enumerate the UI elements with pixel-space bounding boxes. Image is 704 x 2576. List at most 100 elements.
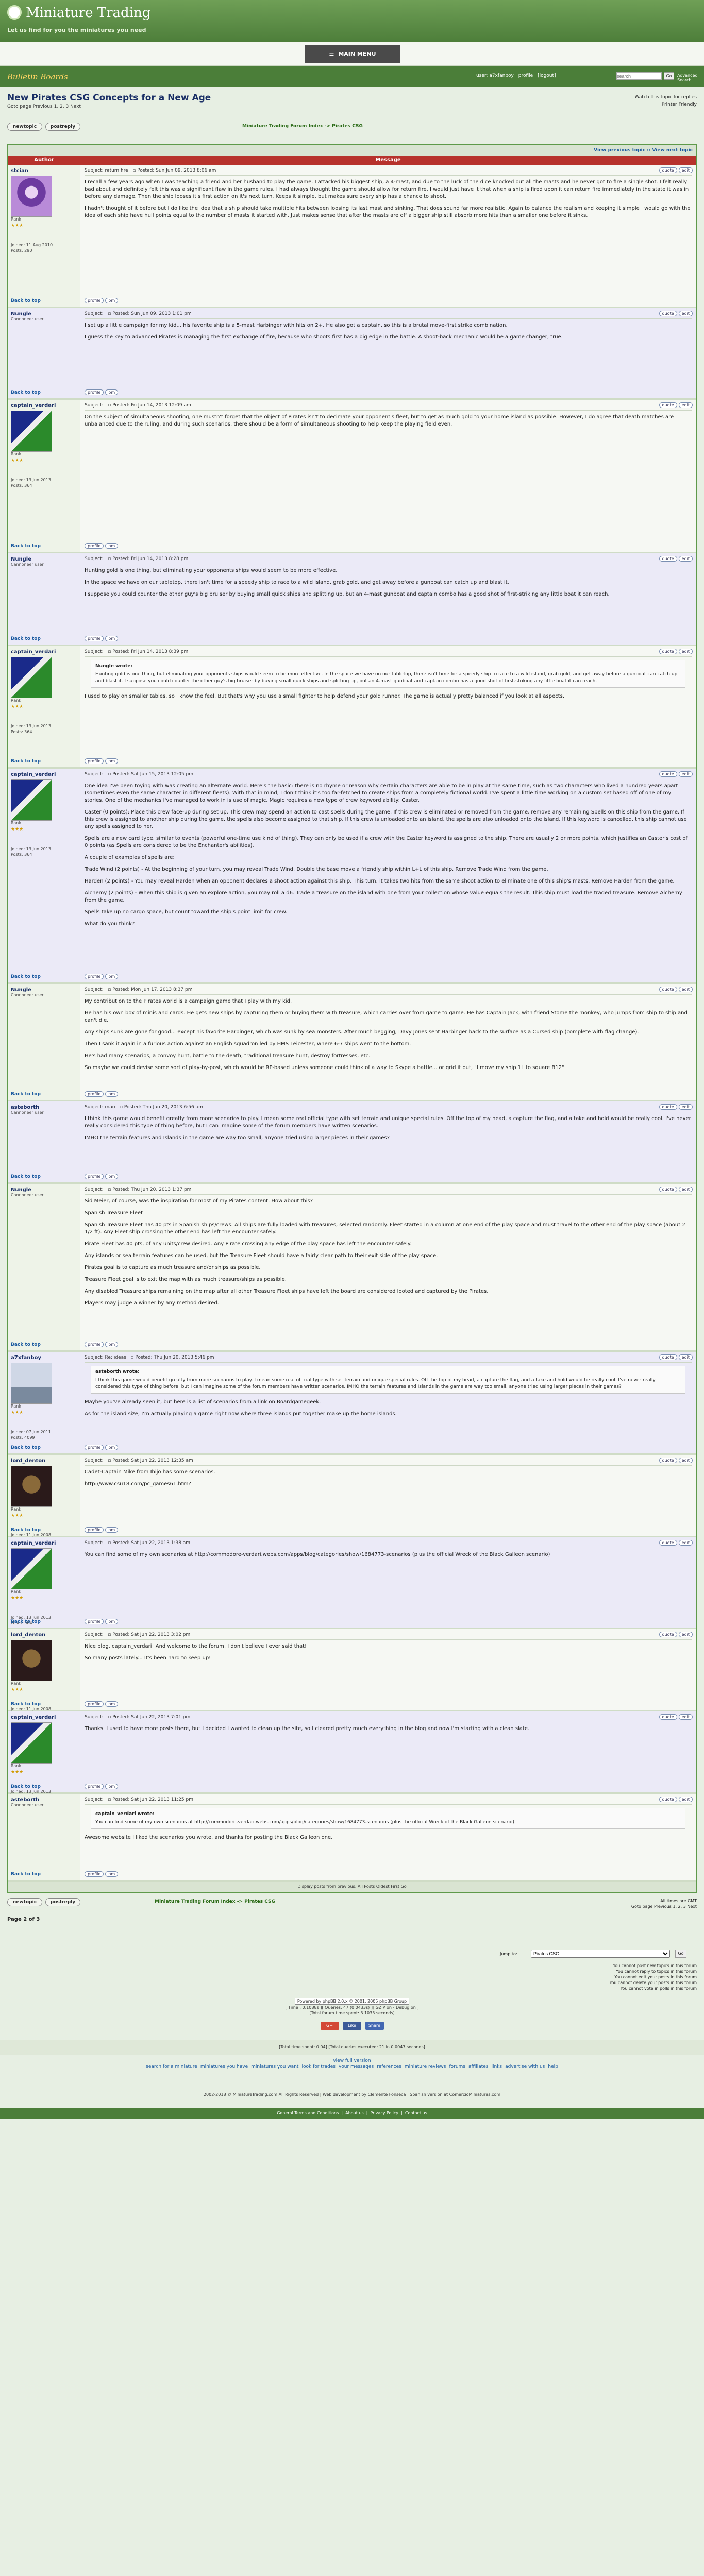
profile-button[interactable]: profile: [85, 543, 104, 549]
profile-button[interactable]: profile: [85, 1091, 104, 1097]
user-name[interactable]: user: a7xfanboy: [476, 73, 514, 78]
edit-button[interactable]: edit: [678, 1632, 693, 1637]
edit-button[interactable]: edit: [678, 1540, 693, 1546]
search-input[interactable]: [616, 72, 662, 80]
profile-button[interactable]: profile: [85, 1784, 104, 1789]
profile-button[interactable]: profile: [85, 1701, 104, 1707]
quote-button[interactable]: quote: [659, 1104, 677, 1110]
quote-button[interactable]: quote: [659, 556, 677, 562]
back-to-top-link[interactable]: Back to top: [11, 1528, 41, 1533]
post-reply-button-bottom[interactable]: postreply: [45, 1898, 80, 1906]
quote-button[interactable]: quote: [659, 1797, 677, 1802]
printer-friendly-link[interactable]: Printer Friendly: [635, 101, 697, 108]
goto-page-bottom[interactable]: Goto page Previous 1, 2, 3 Next: [631, 1904, 697, 1909]
back-to-top-link[interactable]: Back to top: [11, 1092, 41, 1097]
back-to-top-link[interactable]: Back to top: [11, 1619, 41, 1624]
footer-link[interactable]: miniatures you have: [200, 2064, 248, 2070]
terms-link[interactable]: General Terms and Conditions: [277, 2111, 339, 2115]
new-topic-button-bottom[interactable]: newtopic: [7, 1898, 42, 1906]
display-options[interactable]: Display posts from previous: All Posts O…: [8, 1882, 696, 1892]
edit-button[interactable]: edit: [678, 1714, 693, 1720]
post-author[interactable]: lord_denton: [11, 1458, 77, 1464]
pm-button[interactable]: pm: [105, 1174, 119, 1179]
post-author[interactable]: captain_verdari: [11, 1540, 77, 1546]
edit-button[interactable]: edit: [678, 649, 693, 654]
post-author[interactable]: Nungle: [11, 311, 77, 317]
footer-link[interactable]: forums: [449, 2064, 465, 2070]
profile-button[interactable]: profile: [85, 1619, 104, 1624]
quote-button[interactable]: quote: [659, 1540, 677, 1546]
back-to-top-link[interactable]: Back to top: [11, 974, 41, 979]
edit-button[interactable]: edit: [678, 1187, 693, 1192]
footer-link[interactable]: links: [491, 2064, 502, 2070]
back-to-top-link[interactable]: Back to top: [11, 1784, 41, 1789]
powered-by-box[interactable]: Powered by phpBB 2.0.x © 2001, 2005 phpB…: [294, 1998, 410, 2005]
profile-button[interactable]: profile: [85, 758, 104, 764]
footer-link[interactable]: look for trades: [301, 2064, 336, 2070]
post-author[interactable]: Nungle: [11, 1187, 77, 1193]
back-to-top-link[interactable]: Back to top: [11, 1702, 41, 1707]
pm-button[interactable]: pm: [105, 1701, 119, 1707]
pm-button[interactable]: pm: [105, 1445, 119, 1450]
site-title[interactable]: Miniature Trading: [26, 5, 150, 21]
profile-button[interactable]: profile: [85, 298, 104, 303]
quote-button[interactable]: quote: [659, 1458, 677, 1463]
pm-button[interactable]: pm: [105, 1342, 119, 1347]
post-author[interactable]: captain_verdari: [11, 772, 77, 777]
pm-button[interactable]: pm: [105, 974, 119, 979]
board-name[interactable]: Bulletin Boards: [7, 72, 68, 81]
post-author[interactable]: Nungle: [11, 987, 77, 993]
quote-button[interactable]: quote: [659, 987, 677, 992]
quote-button[interactable]: quote: [659, 1714, 677, 1720]
edit-button[interactable]: edit: [678, 167, 693, 173]
advanced-search-link[interactable]: Advanced Search: [677, 73, 704, 82]
profile-link[interactable]: profile: [518, 73, 533, 78]
about-link[interactable]: About us: [345, 2111, 363, 2115]
post-author[interactable]: stcian: [11, 168, 77, 174]
footer-link[interactable]: miniatures you want: [251, 2064, 298, 2070]
footer-link[interactable]: affiliates: [468, 2064, 489, 2070]
quote-button[interactable]: quote: [659, 1354, 677, 1360]
main-menu-button[interactable]: ☰ MAIN MENU: [305, 45, 400, 63]
profile-button[interactable]: profile: [85, 1445, 104, 1450]
edit-button[interactable]: edit: [678, 556, 693, 562]
post-author[interactable]: Nungle: [11, 556, 77, 562]
pm-button[interactable]: pm: [105, 543, 119, 549]
edit-button[interactable]: edit: [678, 1458, 693, 1463]
edit-button[interactable]: edit: [678, 1797, 693, 1802]
profile-button[interactable]: profile: [85, 1342, 104, 1347]
quote-button[interactable]: quote: [659, 311, 677, 316]
back-to-top-link[interactable]: Back to top: [11, 1342, 41, 1347]
post-author[interactable]: asteborth: [11, 1105, 77, 1110]
back-to-top-link[interactable]: Back to top: [11, 1445, 41, 1450]
back-to-top-link[interactable]: Back to top: [11, 759, 41, 764]
edit-button[interactable]: edit: [678, 987, 693, 992]
quote-button[interactable]: quote: [659, 402, 677, 408]
post-author[interactable]: captain_verdari: [11, 1715, 77, 1720]
profile-button[interactable]: profile: [85, 1871, 104, 1877]
back-to-top-link[interactable]: Back to top: [11, 1872, 41, 1877]
post-author[interactable]: captain_verdari: [11, 649, 77, 655]
pm-button[interactable]: pm: [105, 636, 119, 641]
topic-nav[interactable]: View previous topic :: View next topic: [8, 145, 696, 156]
watch-topic-link[interactable]: Watch this topic for replies: [635, 94, 697, 101]
quote-button[interactable]: quote: [659, 1187, 677, 1192]
pm-button[interactable]: pm: [105, 298, 119, 303]
quote-button[interactable]: quote: [659, 649, 677, 654]
pm-button[interactable]: pm: [105, 1871, 119, 1877]
footer-link[interactable]: help: [548, 2064, 558, 2070]
profile-button[interactable]: profile: [85, 1174, 104, 1179]
jump-go-button[interactable]: Go: [675, 1950, 686, 1958]
pm-button[interactable]: pm: [105, 389, 119, 395]
facebook-share-button[interactable]: Share: [365, 2022, 384, 2030]
quote-button[interactable]: quote: [659, 1632, 677, 1637]
search-go-button[interactable]: Go: [664, 72, 674, 80]
pm-button[interactable]: pm: [105, 1091, 119, 1097]
new-topic-button[interactable]: newtopic: [7, 123, 42, 131]
logout-link[interactable]: [logout]: [538, 73, 556, 78]
privacy-link[interactable]: Privacy Policy: [370, 2111, 398, 2115]
footer-link[interactable]: miniature reviews: [405, 2064, 446, 2070]
footer-link[interactable]: references: [377, 2064, 401, 2070]
breadcrumb[interactable]: Miniature Trading Forum Index -> Pirates…: [242, 124, 363, 129]
topic-title[interactable]: New Pirates CSG Concepts for a New Age: [7, 93, 211, 103]
